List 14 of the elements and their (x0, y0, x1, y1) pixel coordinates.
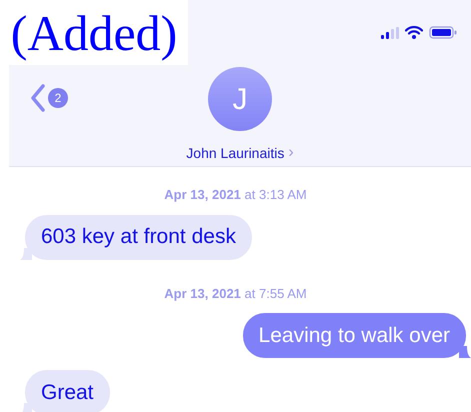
message-timestamp: Apr 13, 2021 at 3:13 AM (164, 186, 307, 204)
signal-icon (381, 26, 399, 38)
wifi-icon (405, 26, 423, 39)
back-chevron-icon[interactable] (30, 84, 46, 112)
bubble-tail-icon (20, 403, 32, 412)
contact-name[interactable]: John Laurinaitis (186, 142, 284, 164)
contact-chevron: › (288, 143, 294, 163)
unread-count-badge: 2 (48, 88, 68, 108)
battery-icon (429, 26, 457, 39)
bubble-tail-icon (459, 346, 471, 358)
contact-avatar: J (208, 67, 272, 131)
bubble-tail-icon (20, 248, 32, 260)
message-timestamp: Apr 13, 2021 at 7:55 AM (164, 284, 307, 303)
incoming-message-bubble: Great (25, 370, 110, 412)
